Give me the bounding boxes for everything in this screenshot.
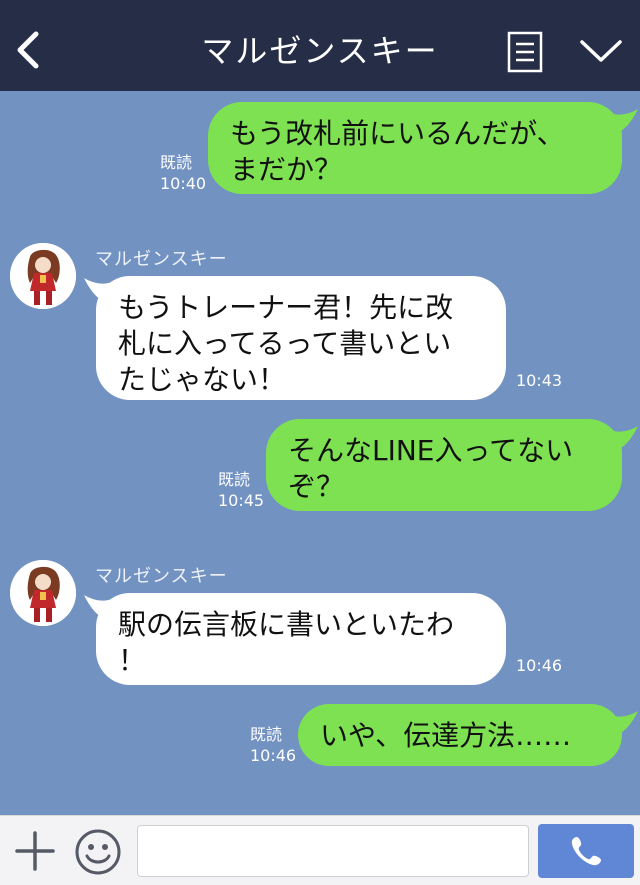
message-input[interactable] xyxy=(137,825,529,877)
read-receipt: 既読 xyxy=(250,725,283,744)
call-button[interactable] xyxy=(538,824,634,878)
message-time: 10:45 xyxy=(218,491,265,510)
phone-icon xyxy=(571,837,601,866)
message-bubble-incoming[interactable]: もうトレーナー君！先に改 札に入ってるって書いとい たじゃない！ xyxy=(96,276,506,400)
message-line: そんなLINE入ってない xyxy=(288,434,574,467)
message-line: 札に入ってるって書いとい xyxy=(118,327,452,360)
message-line: もうトレーナー君！先に改 xyxy=(118,291,454,324)
plus-icon[interactable] xyxy=(14,830,56,872)
message-status: 既読 10:40 xyxy=(160,152,206,194)
message-line: もう改札前にいるんだが、 xyxy=(230,117,565,150)
chat-area[interactable]: 既読 10:40 もう改札前にいるんだが、 まだか？ マルゼンスキー もうトレー… xyxy=(0,91,640,815)
message-line: ！ xyxy=(118,644,147,677)
message-bubble-outgoing[interactable]: いや、伝達方法…… xyxy=(298,704,622,766)
message-composer xyxy=(0,815,640,885)
chevron-down-icon[interactable] xyxy=(578,36,624,66)
avatar-image xyxy=(10,560,76,626)
message-status: 既読 10:46 xyxy=(250,724,296,766)
chat-title: マルゼンスキー xyxy=(201,32,439,70)
sender-name: マルゼンスキー xyxy=(95,249,228,270)
avatar[interactable] xyxy=(10,560,76,626)
message-bubble-outgoing[interactable]: そんなLINE入ってない ぞ？ xyxy=(266,419,622,511)
message-line: いや、伝達方法…… xyxy=(320,719,572,752)
message-time: 10:46 xyxy=(250,746,297,765)
read-receipt: 既読 xyxy=(160,153,193,172)
message-time: 10:40 xyxy=(160,174,207,193)
message-line: まだか？ xyxy=(230,153,343,186)
message-bubble-outgoing[interactable]: もう改札前にいるんだが、 まだか？ xyxy=(208,102,622,194)
message-status: 既読 10:45 xyxy=(218,469,264,511)
message-bubble-incoming[interactable]: 駅の伝言板に書いといたわ ！ xyxy=(96,593,506,685)
smile-icon[interactable] xyxy=(74,828,122,876)
avatar[interactable] xyxy=(10,243,76,309)
message-time: 10:43 xyxy=(516,371,563,390)
sender-name: マルゼンスキー xyxy=(95,566,228,587)
message-line: 駅の伝言板に書いといたわ xyxy=(118,608,455,641)
message-time: 10:46 xyxy=(516,656,563,675)
chat-header: マルゼンスキー xyxy=(0,0,640,91)
message-line: たじゃない！ xyxy=(118,363,287,396)
avatar-image xyxy=(10,243,76,309)
message-line: ぞ？ xyxy=(288,470,345,503)
read-receipt: 既読 xyxy=(218,470,251,489)
menu-icon[interactable] xyxy=(507,31,543,73)
